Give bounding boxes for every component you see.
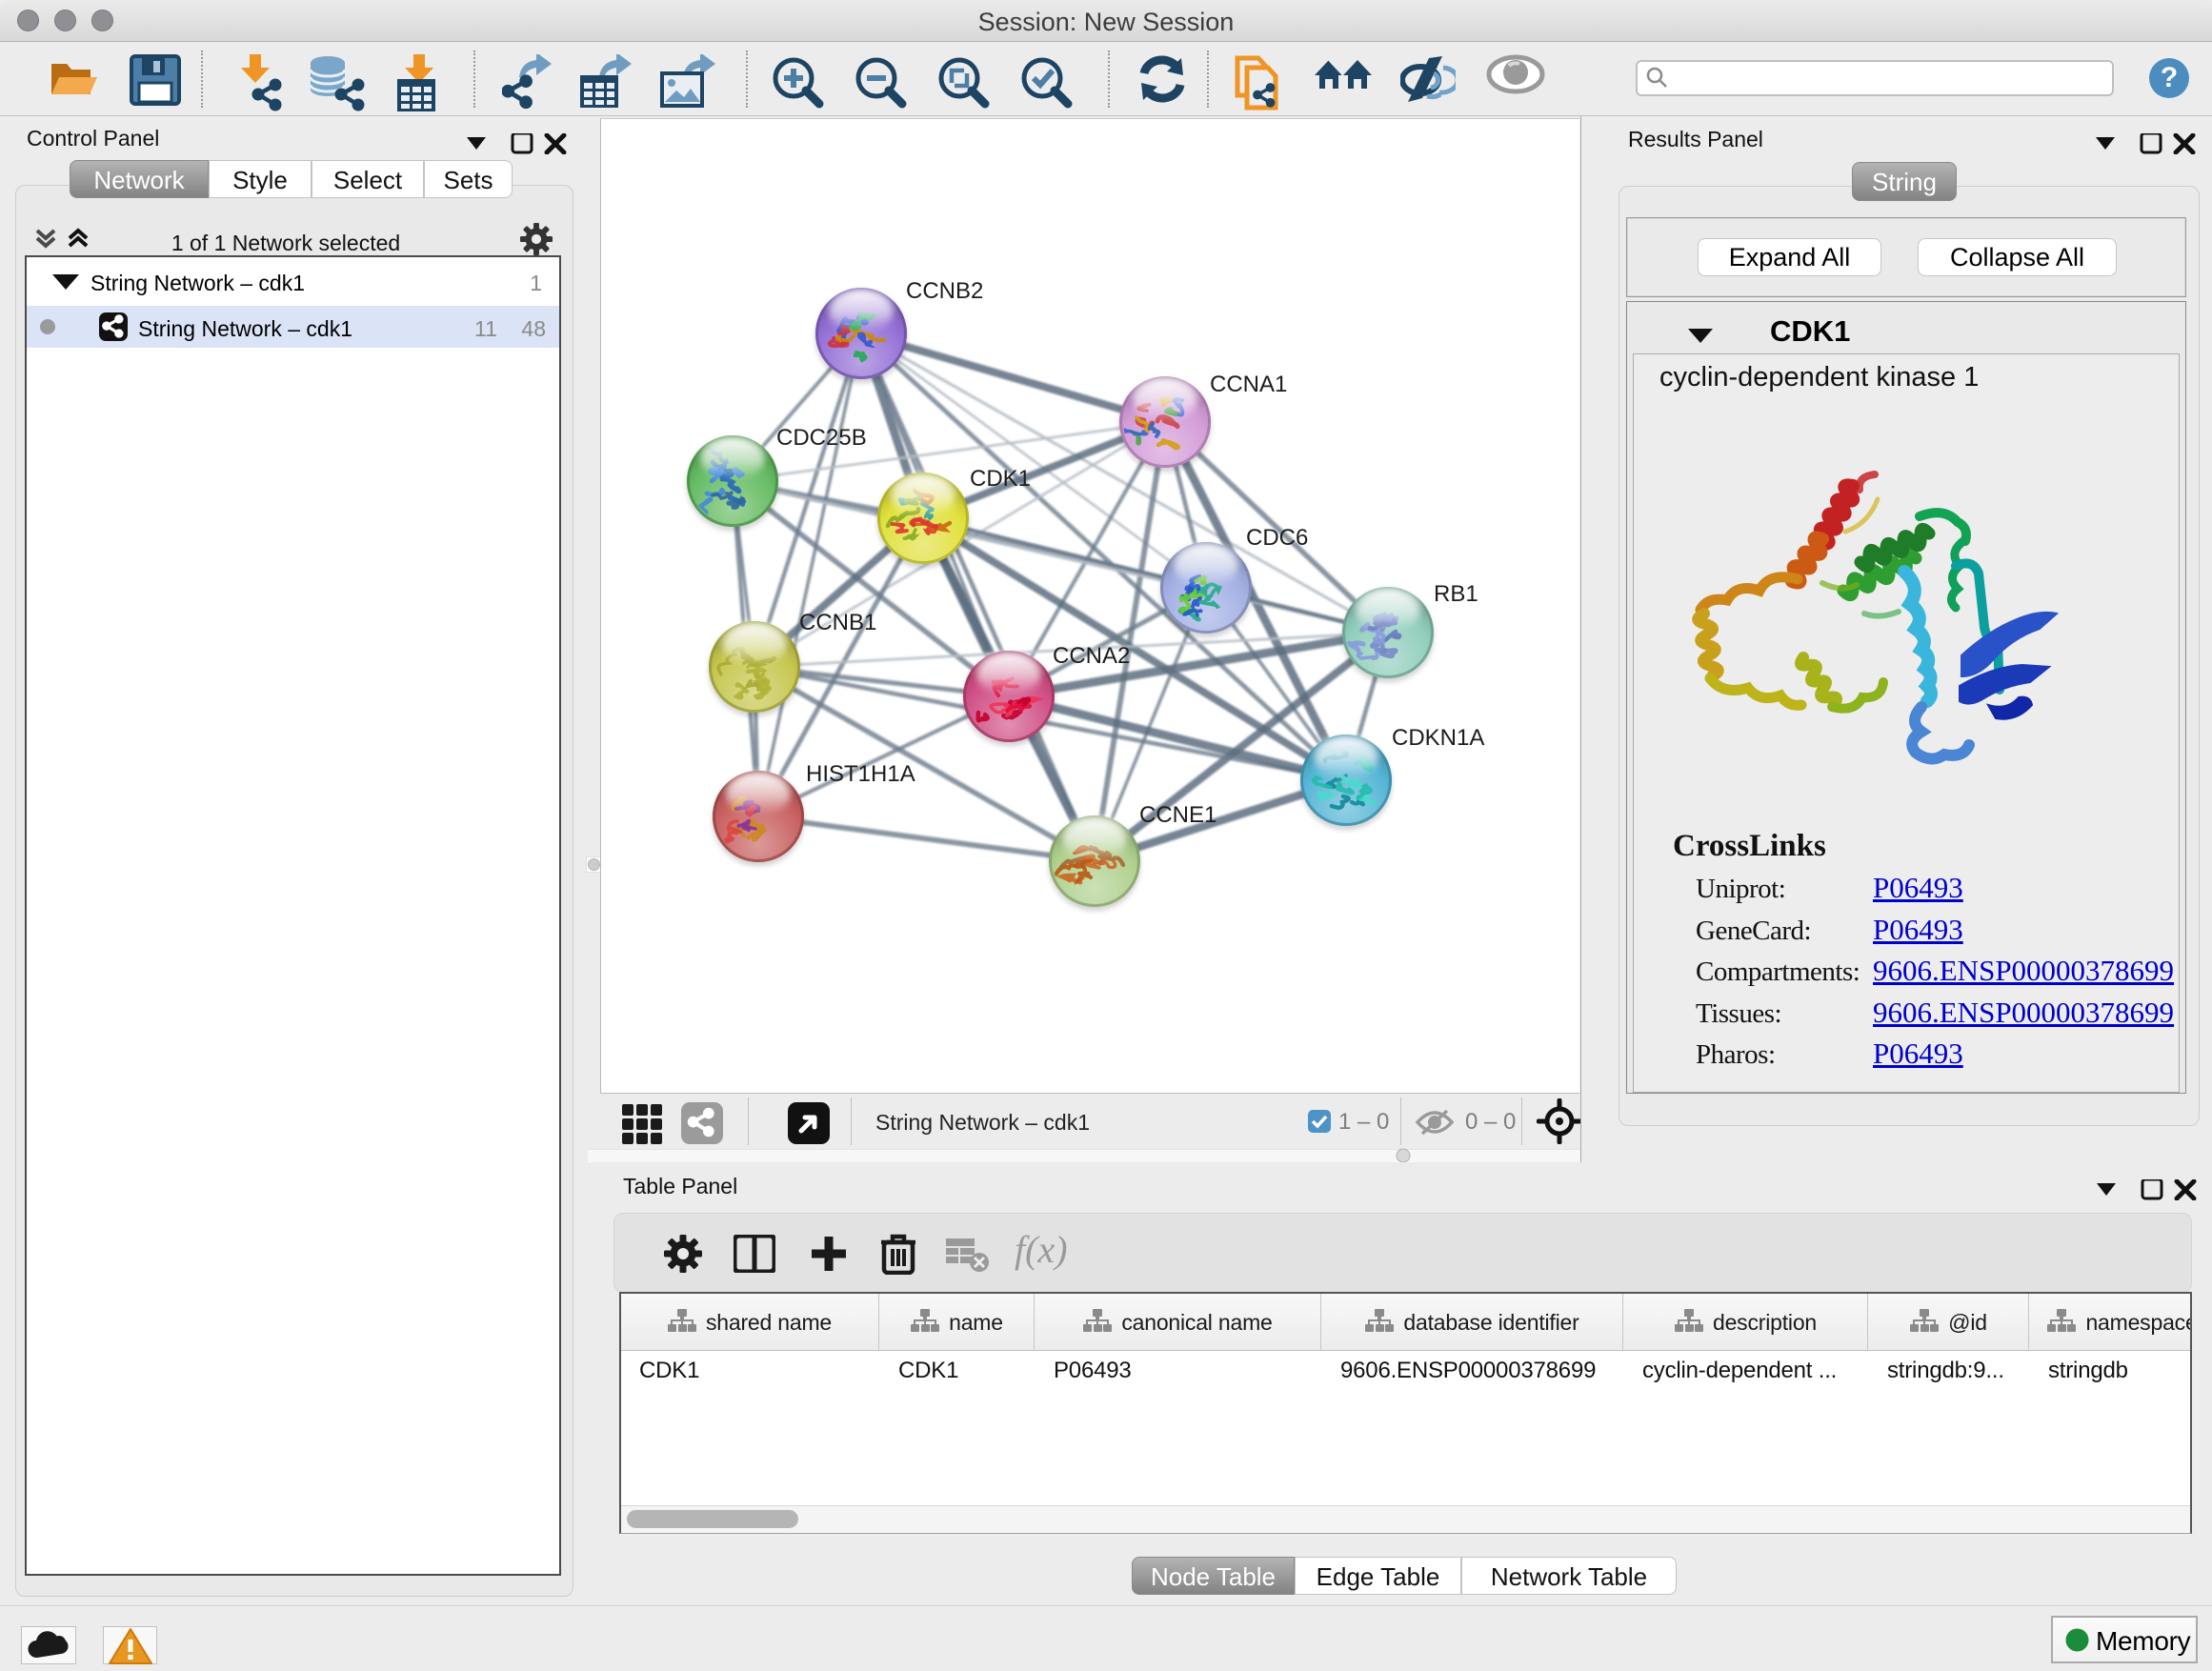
svg-text:CCNE1: CCNE1 — [1139, 802, 1217, 828]
svg-text:RB1: RB1 — [1434, 581, 1478, 607]
svg-text:CDKN1A: CDKN1A — [1392, 725, 1484, 751]
svg-text:CCNA1: CCNA1 — [1210, 372, 1287, 397]
svg-text:CDC6: CDC6 — [1246, 525, 1308, 551]
svg-text:HIST1H1A: HIST1H1A — [806, 761, 915, 787]
svg-text:CCNB1: CCNB1 — [799, 610, 876, 635]
svg-text:CCNA2: CCNA2 — [1053, 643, 1130, 669]
svg-text:CDK1: CDK1 — [970, 466, 1031, 492]
svg-text:CDC25B: CDC25B — [776, 425, 867, 451]
svg-text:CCNB2: CCNB2 — [906, 278, 983, 304]
